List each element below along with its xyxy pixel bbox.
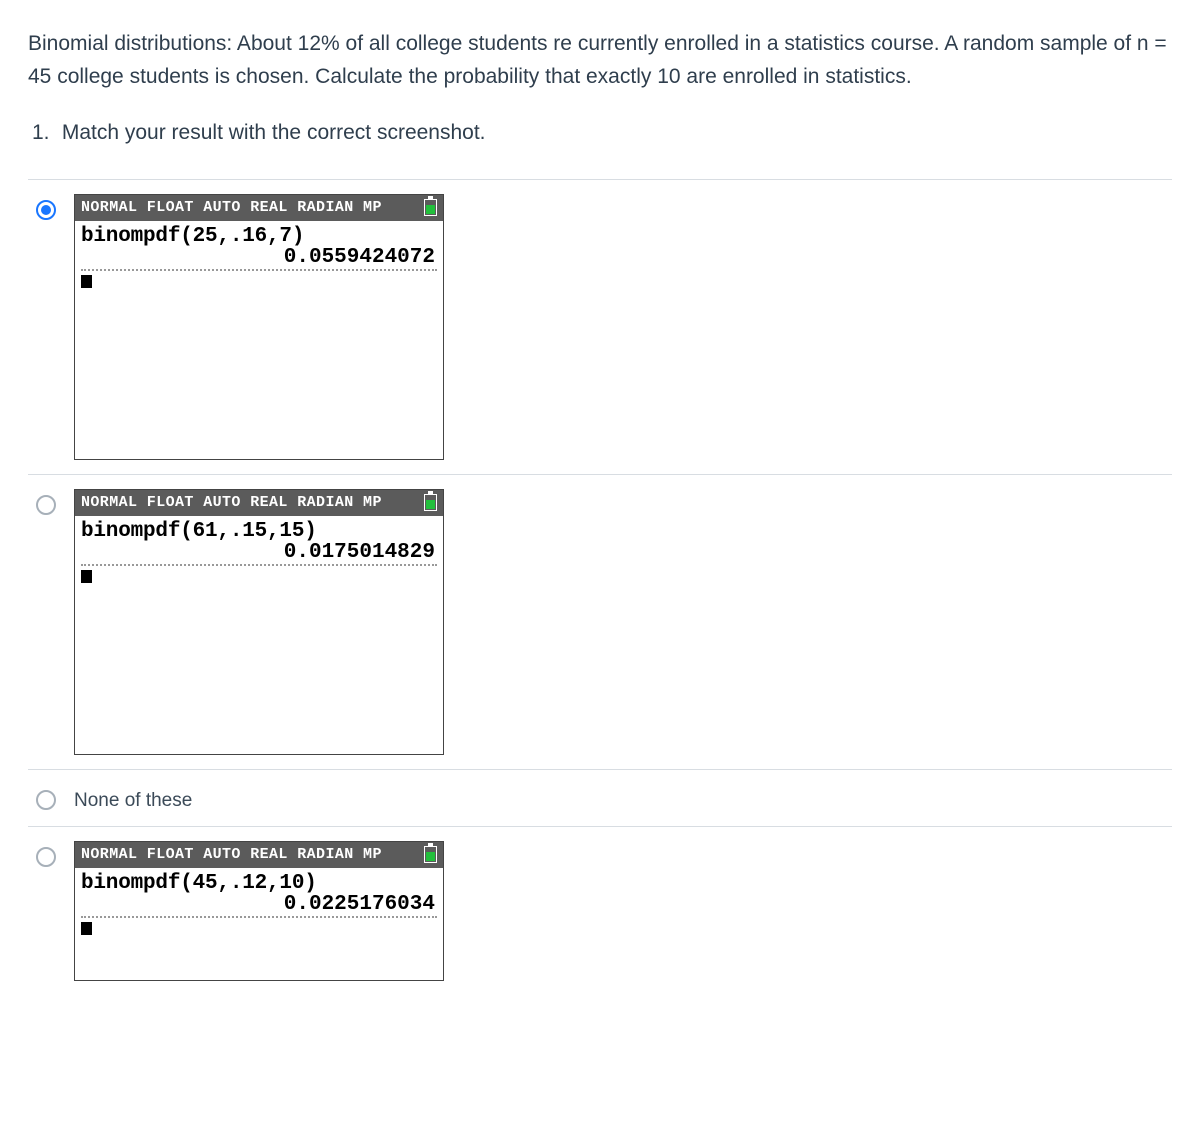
calculator-mode: NORMAL FLOAT AUTO REAL RADIAN MP	[81, 199, 382, 216]
calculator-result: 0.0559424072	[81, 246, 437, 271]
radio-button[interactable]	[36, 790, 56, 810]
question-subprompt: 1. Match your result with the correct sc…	[28, 117, 1172, 149]
battery-icon	[424, 494, 437, 511]
radio-button[interactable]	[36, 495, 56, 515]
answer-option[interactable]: None of these	[28, 769, 1172, 826]
calculator-result: 0.0225176034	[81, 893, 437, 918]
calculator-command: binompdf(61,.15,15)	[81, 520, 437, 543]
calculator-header: NORMAL FLOAT AUTO REAL RADIAN MP	[75, 842, 443, 868]
calculator-body: binompdf(25,.16,7) 0.0559424072	[75, 221, 443, 292]
calculator-body: binompdf(45,.12,10) 0.0225176034	[75, 868, 443, 939]
calculator-screenshot: NORMAL FLOAT AUTO REAL RADIAN MP binompd…	[74, 841, 444, 981]
calculator-result: 0.0175014829	[81, 541, 437, 566]
calculator-cursor	[81, 275, 92, 288]
calculator-mode: NORMAL FLOAT AUTO REAL RADIAN MP	[81, 846, 382, 863]
calculator-header: NORMAL FLOAT AUTO REAL RADIAN MP	[75, 490, 443, 516]
question-number: 1.	[32, 117, 56, 149]
question-intro: Binomial distributions: About 12% of all…	[28, 28, 1172, 93]
answer-option[interactable]: NORMAL FLOAT AUTO REAL RADIAN MP binompd…	[28, 474, 1172, 769]
radio-button[interactable]	[36, 847, 56, 867]
calculator-command: binompdf(45,.12,10)	[81, 872, 437, 895]
battery-icon	[424, 846, 437, 863]
calculator-cursor	[81, 922, 92, 935]
calculator-header: NORMAL FLOAT AUTO REAL RADIAN MP	[75, 195, 443, 221]
calculator-cursor	[81, 570, 92, 583]
calculator-screenshot: NORMAL FLOAT AUTO REAL RADIAN MP binompd…	[74, 489, 444, 755]
question-subtext: Match your result with the correct scree…	[62, 121, 486, 144]
calculator-command: binompdf(25,.16,7)	[81, 225, 437, 248]
answer-option[interactable]: NORMAL FLOAT AUTO REAL RADIAN MP binompd…	[28, 826, 1172, 995]
answer-option[interactable]: NORMAL FLOAT AUTO REAL RADIAN MP binompd…	[28, 179, 1172, 474]
option-text: None of these	[74, 784, 192, 812]
battery-icon	[424, 199, 437, 216]
calculator-body: binompdf(61,.15,15) 0.0175014829	[75, 516, 443, 587]
calculator-mode: NORMAL FLOAT AUTO REAL RADIAN MP	[81, 494, 382, 511]
calculator-screenshot: NORMAL FLOAT AUTO REAL RADIAN MP binompd…	[74, 194, 444, 460]
radio-button[interactable]	[36, 200, 56, 220]
